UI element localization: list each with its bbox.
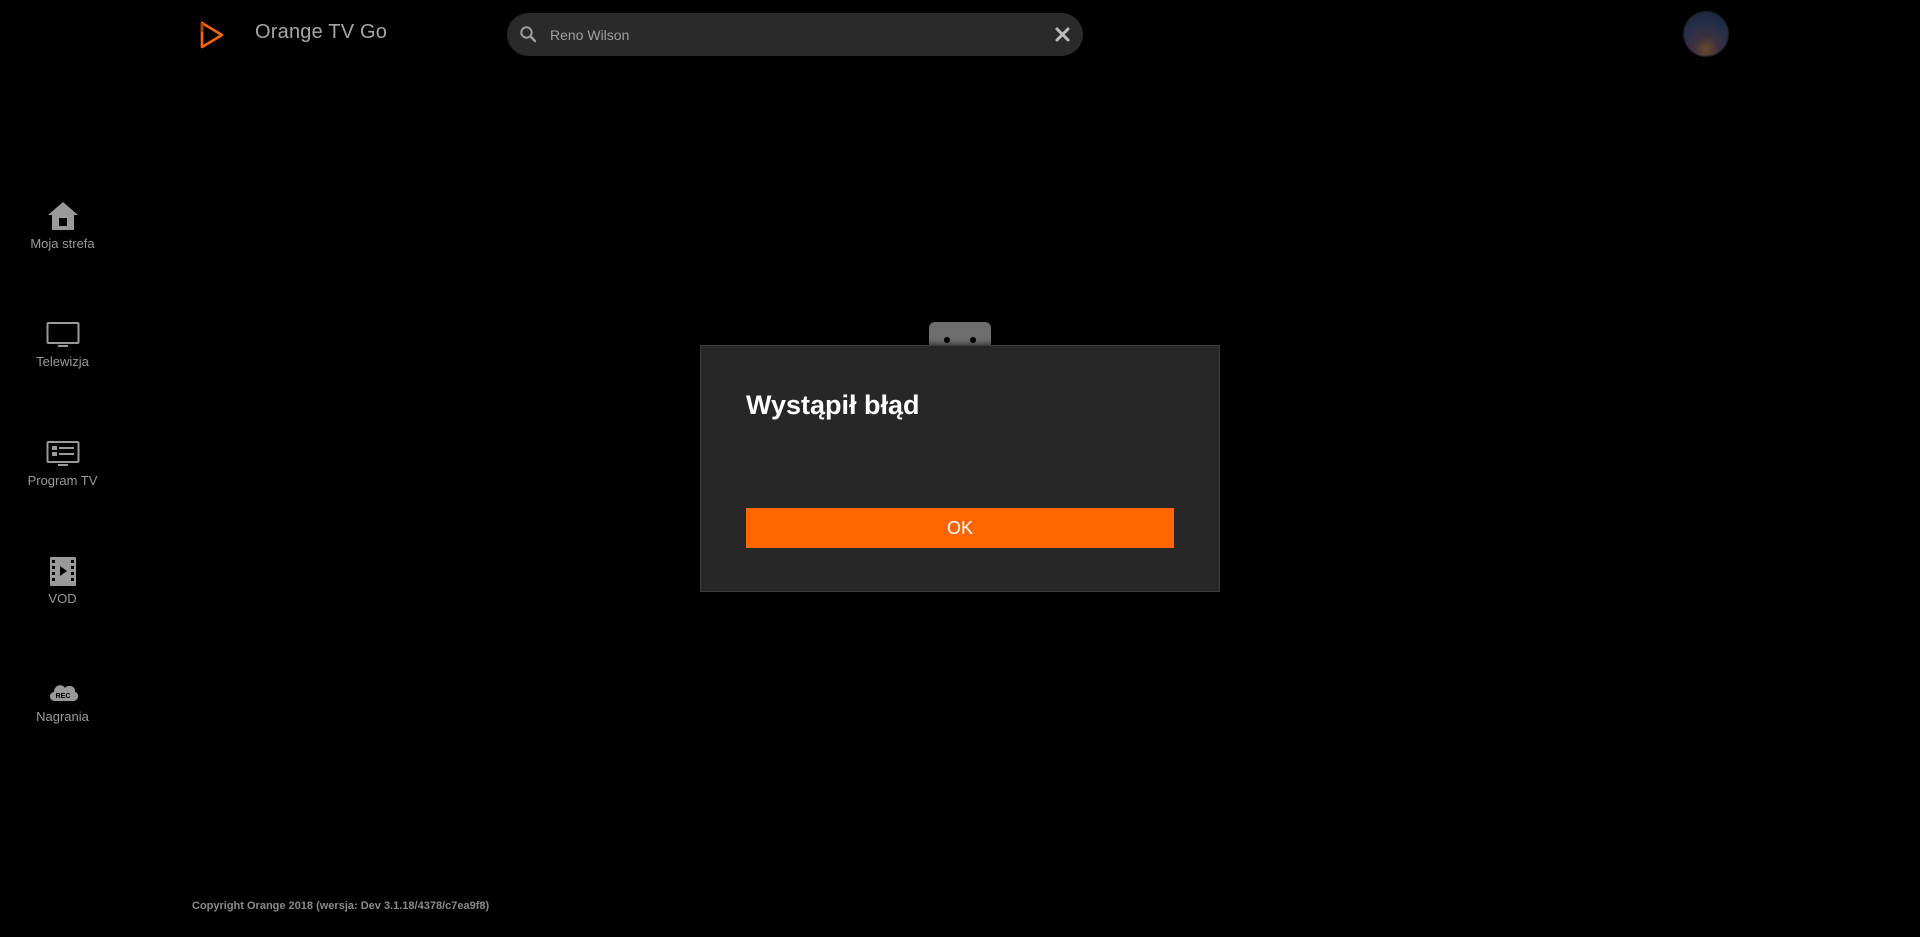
svg-text:REC: REC xyxy=(55,693,70,700)
search-icon xyxy=(519,25,537,43)
home-icon xyxy=(46,200,80,232)
handle-dot xyxy=(944,337,950,343)
film-icon xyxy=(46,555,80,587)
ok-button[interactable]: OK xyxy=(746,508,1174,548)
sidebar-item-moja-strefa[interactable]: Moja strefa xyxy=(0,200,125,270)
user-avatar[interactable] xyxy=(1684,12,1728,56)
sidebar-item-label: Moja strefa xyxy=(30,236,95,251)
copyright-text: Copyright Orange 2018 (wersja: Dev 3.1.1… xyxy=(192,900,490,912)
orange-play-logo-icon[interactable] xyxy=(198,20,226,50)
sidebar-item-telewizja[interactable]: Telewizja xyxy=(0,318,125,388)
app-page: Orange TV Go Moja strefa xyxy=(0,0,1920,937)
sidebar-item-label: VOD xyxy=(48,591,77,606)
sidebar-item-label: Program TV xyxy=(27,473,98,488)
sidebar-item-nagrania[interactable]: REC Nagrania xyxy=(0,673,125,743)
sidebar-item-program-tv[interactable]: Program TV xyxy=(0,437,125,507)
app-title: Orange TV Go xyxy=(255,21,388,43)
sidebar-item-label: Nagrania xyxy=(36,709,89,724)
rec-cloud-icon: REC xyxy=(46,673,80,705)
dialog-title: Wystąpił błąd xyxy=(746,390,920,420)
tv-guide-icon xyxy=(46,437,80,469)
close-icon[interactable] xyxy=(1054,26,1071,43)
search-bar[interactable] xyxy=(507,13,1083,56)
search-input[interactable] xyxy=(542,13,1030,56)
sidebar-item-vod[interactable]: VOD xyxy=(0,555,125,625)
error-dialog: Wystąpił błąd OK xyxy=(700,345,1220,592)
sidebar-item-label: Telewizja xyxy=(36,354,89,369)
modal-handle xyxy=(929,322,991,347)
tv-icon xyxy=(46,318,80,350)
handle-dot xyxy=(970,337,976,343)
